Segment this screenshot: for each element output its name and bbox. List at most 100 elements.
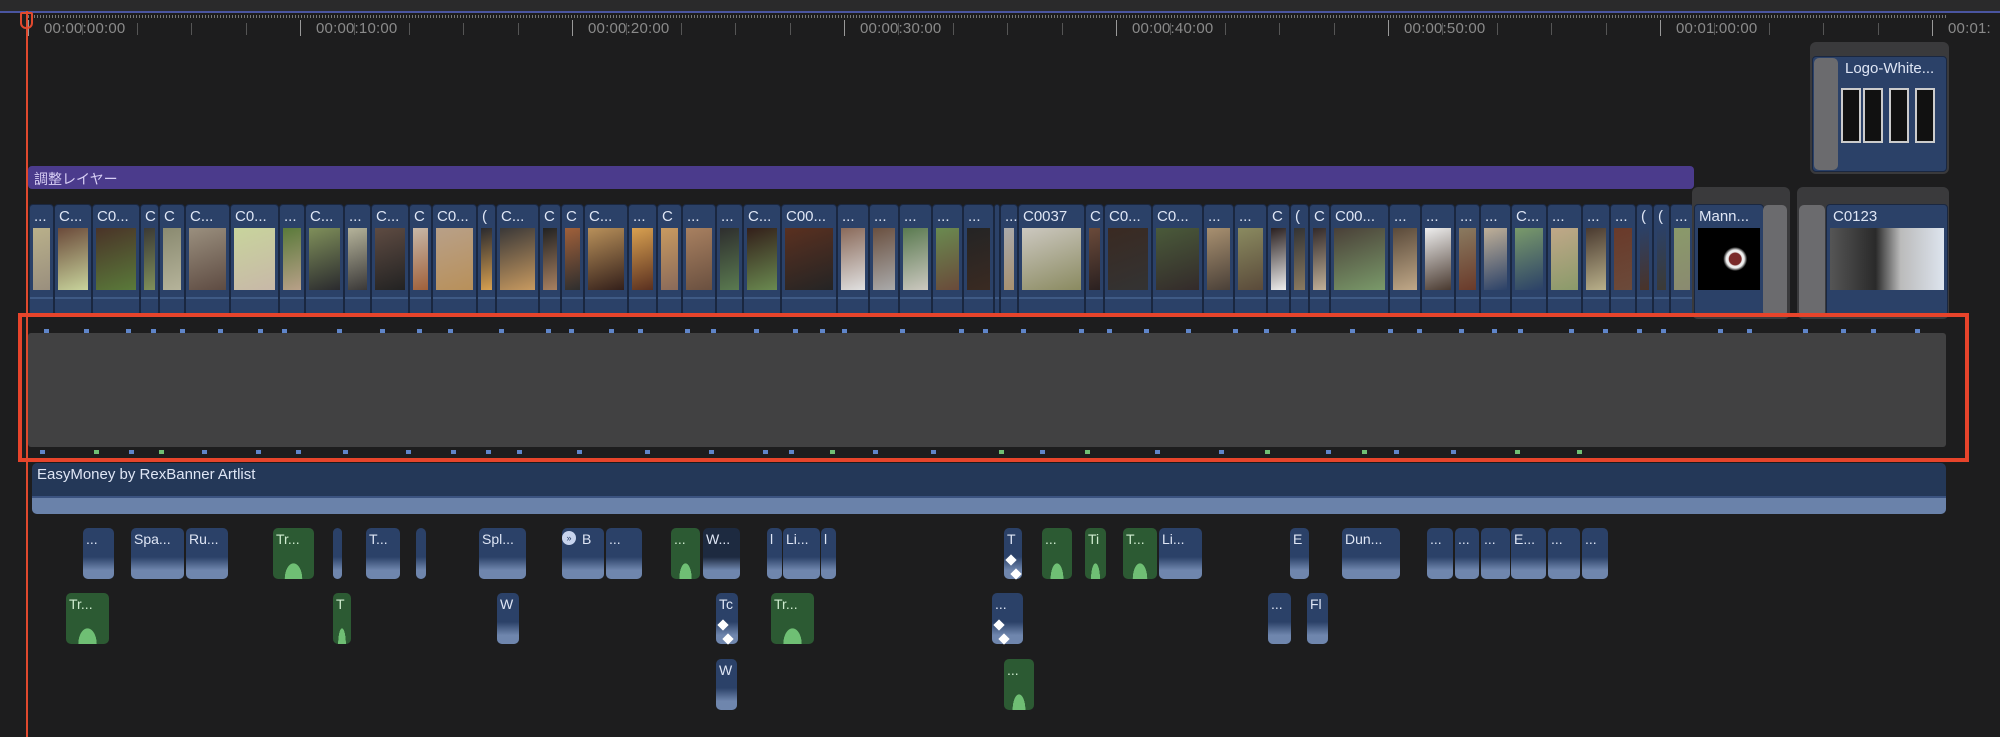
- audio-clip[interactable]: Spa...: [131, 528, 184, 579]
- primary-clip[interactable]: C...: [305, 204, 344, 316]
- audio-clip[interactable]: Fl: [1307, 593, 1328, 644]
- primary-clip[interactable]: C0...: [432, 204, 477, 316]
- primary-clip[interactable]: C...: [185, 204, 230, 316]
- primary-clip[interactable]: C...: [1511, 204, 1547, 316]
- primary-clip[interactable]: ...: [869, 204, 899, 316]
- primary-clip[interactable]: ...: [1421, 204, 1455, 316]
- primary-clip[interactable]: ...: [963, 204, 994, 316]
- clip-thumbnail: [1640, 228, 1649, 290]
- primary-clip[interactable]: C0...: [1152, 204, 1203, 316]
- sound-effect-clip[interactable]: ...: [671, 528, 700, 579]
- primary-clip[interactable]: C0...: [92, 204, 140, 316]
- c0123-clip[interactable]: C0123: [1826, 204, 1948, 316]
- audio-clip[interactable]: Ru...: [186, 528, 228, 579]
- primary-clip[interactable]: C0...: [1104, 204, 1152, 316]
- audio-clip[interactable]: [333, 528, 342, 579]
- audio-clip[interactable]: E...: [1511, 528, 1546, 579]
- primary-clip[interactable]: C: [409, 204, 432, 316]
- primary-clip[interactable]: ...: [279, 204, 305, 316]
- primary-clip[interactable]: C...: [496, 204, 539, 316]
- primary-clip[interactable]: C: [561, 204, 584, 316]
- clip-label: ...: [1458, 531, 1470, 547]
- primary-clip[interactable]: C: [539, 204, 561, 316]
- audio-clip[interactable]: ...: [606, 528, 642, 579]
- sound-effect-clip[interactable]: Tr...: [273, 528, 314, 579]
- primary-clip[interactable]: C...: [54, 204, 92, 316]
- primary-clip[interactable]: ...: [29, 204, 54, 316]
- sound-effect-clip[interactable]: Tr...: [66, 593, 109, 644]
- timeline-ruler[interactable]: 00:00:00:00 00:00:10:00 00:00:20:00 00:00:3…: [0, 11, 2000, 41]
- audio-clip[interactable]: ...: [1268, 593, 1291, 644]
- primary-clip[interactable]: ...: [628, 204, 657, 316]
- primary-clip[interactable]: C: [1267, 204, 1290, 316]
- adjustment-layer-clip[interactable]: 調整レイヤー: [28, 166, 1694, 189]
- sound-effect-clip[interactable]: Ti: [1085, 528, 1106, 579]
- audio-clip[interactable]: Li...: [783, 528, 820, 579]
- sound-effect-clip[interactable]: T...: [1123, 528, 1157, 579]
- ruler-minor-tick: [1605, 23, 1607, 35]
- primary-clip[interactable]: C00...: [781, 204, 837, 316]
- mann-clip[interactable]: Mann...: [1694, 204, 1764, 316]
- primary-clip[interactable]: (: [477, 204, 496, 316]
- primary-clip[interactable]: ...: [837, 204, 869, 316]
- primary-clip[interactable]: ...: [716, 204, 743, 316]
- primary-clip[interactable]: ...: [1480, 204, 1511, 316]
- primary-clip[interactable]: (: [1653, 204, 1670, 316]
- audio-clip[interactable]: W: [716, 659, 737, 710]
- audio-clip[interactable]: » B: [562, 528, 604, 579]
- primary-clip[interactable]: ...: [1670, 204, 1694, 316]
- audio-clip[interactable]: W: [497, 593, 519, 644]
- audio-clip[interactable]: [416, 528, 426, 579]
- playhead[interactable]: [26, 11, 28, 737]
- primary-clip[interactable]: C0037: [1018, 204, 1085, 316]
- primary-clip[interactable]: C: [657, 204, 682, 316]
- audio-clip[interactable]: Dun...: [1342, 528, 1400, 579]
- primary-clip[interactable]: C: [140, 204, 159, 316]
- primary-clip[interactable]: ...: [1234, 204, 1267, 316]
- audio-clip[interactable]: ...: [1481, 528, 1510, 579]
- clip-label: T: [1007, 531, 1016, 547]
- primary-clip[interactable]: ...: [1203, 204, 1234, 316]
- primary-clip[interactable]: C...: [743, 204, 781, 316]
- primary-clip[interactable]: C: [159, 204, 185, 316]
- primary-clip[interactable]: ...: [1610, 204, 1636, 316]
- clip-trim-handle[interactable]: [1763, 205, 1787, 317]
- sound-effect-clip[interactable]: Tr...: [771, 593, 814, 644]
- audio-clip[interactable]: E: [1290, 528, 1309, 579]
- sound-effect-clip[interactable]: T: [333, 593, 351, 644]
- primary-clip[interactable]: ...: [1389, 204, 1421, 316]
- audio-clip[interactable]: l: [821, 528, 836, 579]
- primary-clip[interactable]: C...: [584, 204, 628, 316]
- clip-trim-handle[interactable]: [1814, 58, 1838, 170]
- audio-clip[interactable]: Spl...: [479, 528, 526, 579]
- primary-clip[interactable]: ...: [1547, 204, 1582, 316]
- audio-clip[interactable]: ...: [1455, 528, 1479, 579]
- primary-clip[interactable]: C: [1309, 204, 1330, 316]
- audio-clip[interactable]: T...: [366, 528, 400, 579]
- primary-clip[interactable]: ...: [682, 204, 716, 316]
- primary-clip[interactable]: (: [1636, 204, 1653, 316]
- primary-clip[interactable]: C: [1085, 204, 1104, 316]
- primary-clip[interactable]: ...: [932, 204, 963, 316]
- primary-clip[interactable]: C...: [371, 204, 409, 316]
- audio-clip[interactable]: ...: [83, 528, 114, 579]
- audio-clip[interactable]: l: [767, 528, 782, 579]
- clip-trim-handle[interactable]: [1799, 205, 1825, 317]
- primary-clip[interactable]: ...: [1582, 204, 1610, 316]
- primary-clip[interactable]: C00...: [1330, 204, 1389, 316]
- audio-clip[interactable]: ...: [1427, 528, 1453, 579]
- primary-clip[interactable]: (: [1290, 204, 1309, 316]
- sound-effect-clip[interactable]: ...: [1004, 659, 1034, 710]
- primary-clip[interactable]: C0...: [230, 204, 279, 316]
- audio-clip[interactable]: Li...: [1159, 528, 1202, 579]
- primary-clip[interactable]: ...: [1000, 204, 1018, 316]
- primary-clip[interactable]: ...: [899, 204, 932, 316]
- music-clip[interactable]: EasyMoney by RexBanner Artlist: [32, 463, 1946, 514]
- audio-clip[interactable]: W...: [703, 528, 740, 579]
- audio-clip[interactable]: ...: [1548, 528, 1580, 579]
- audio-clip[interactable]: ...: [1582, 528, 1608, 579]
- sound-effect-clip[interactable]: ...: [1042, 528, 1072, 579]
- primary-clip[interactable]: ...: [1455, 204, 1480, 316]
- primary-clip[interactable]: ...: [344, 204, 371, 316]
- playhead-handle[interactable]: [20, 12, 33, 29]
